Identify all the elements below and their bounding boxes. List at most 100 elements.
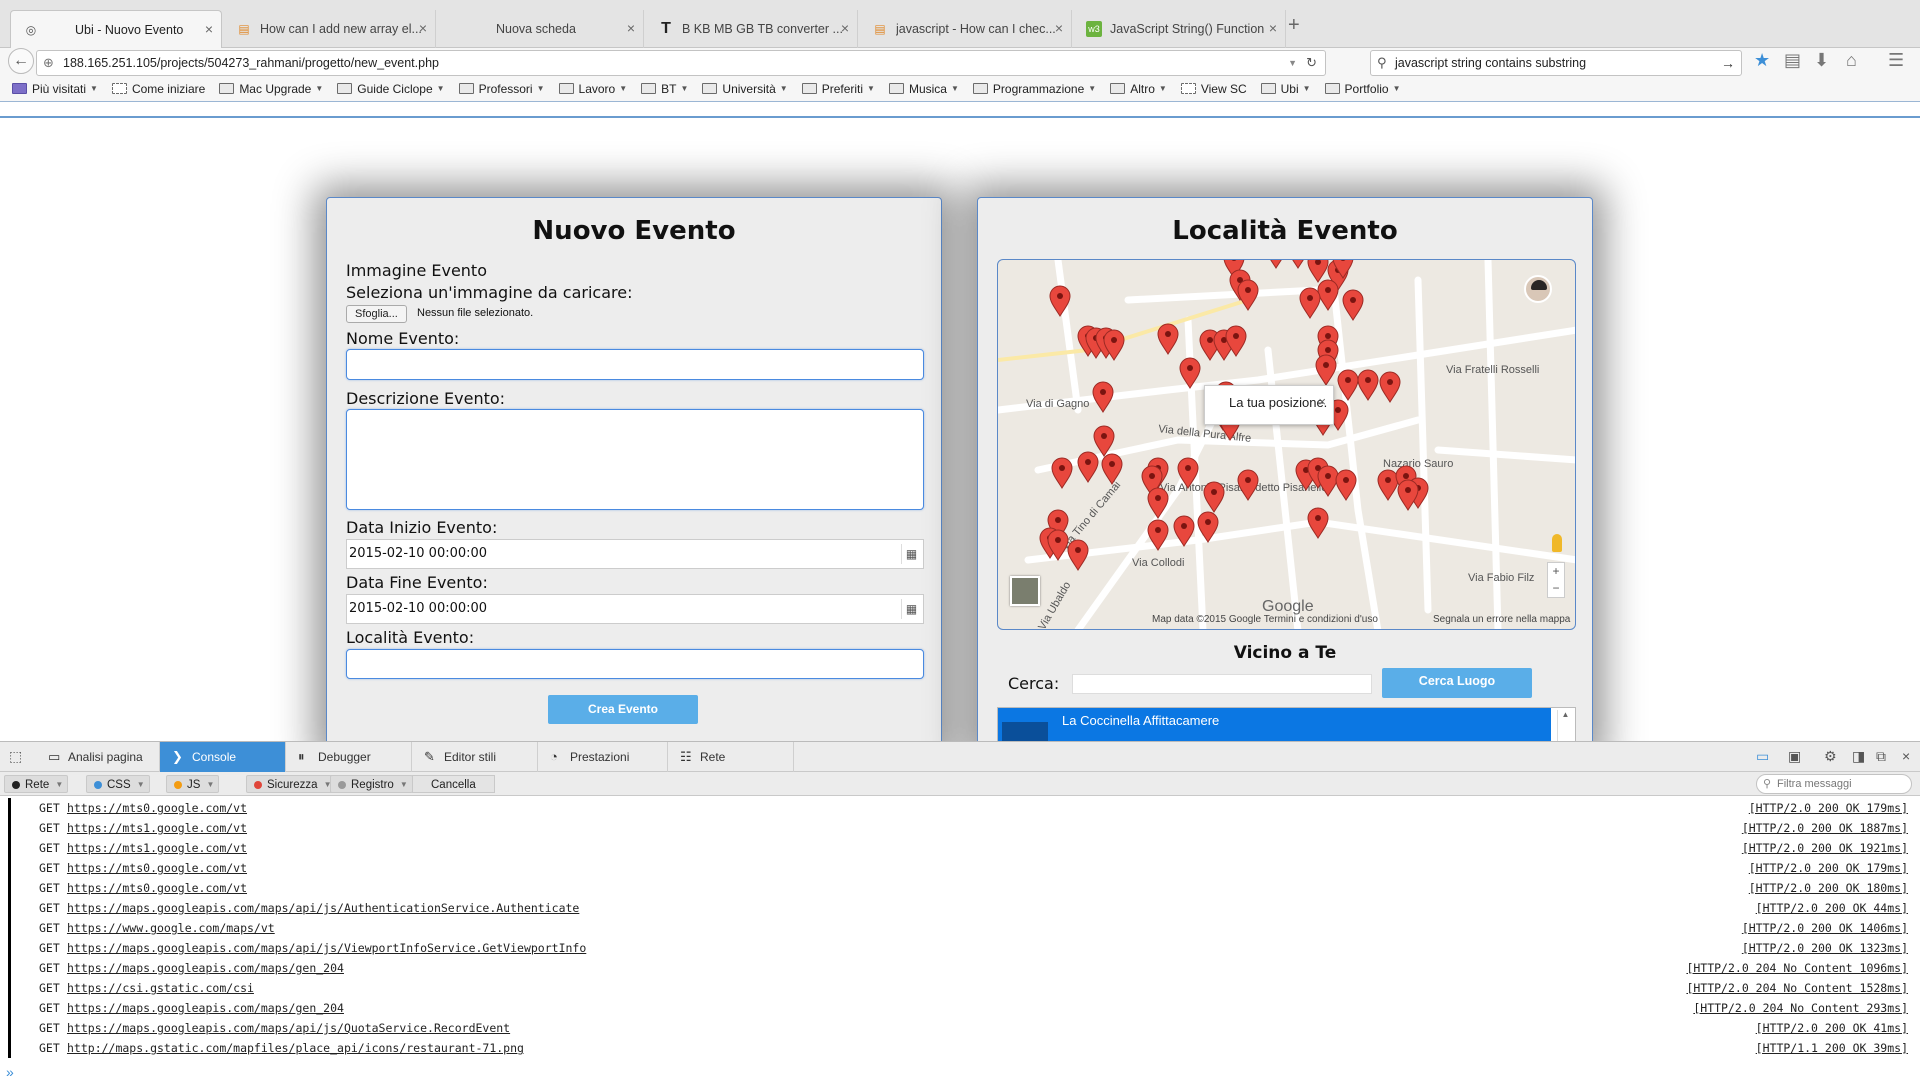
- console-prompt-icon[interactable]: »: [6, 1064, 14, 1080]
- tab-stackoverflow-check[interactable]: ▤ javascript - How can I chec... ×: [860, 10, 1072, 48]
- calendar-icon[interactable]: ▦: [901, 544, 921, 564]
- google-map[interactable]: Via di Gagno Via della Pura Alfre Via Ti…: [997, 259, 1576, 630]
- log-status[interactable]: [HTTP/2.0 200 OK 1323ms]: [1742, 938, 1908, 958]
- map-marker-icon[interactable]: [1307, 507, 1329, 539]
- map-marker-icon[interactable]: [1379, 371, 1401, 403]
- map-report-link[interactable]: Segnala un errore nella mappa: [1433, 614, 1570, 625]
- log-status[interactable]: [HTTP/1.1 200 OK 39ms]: [1756, 1038, 1908, 1058]
- satellite-toggle[interactable]: [1010, 576, 1040, 606]
- bookmark-preferiti[interactable]: Preferiti ▼: [801, 82, 875, 96]
- zoom-in-icon[interactable]: +: [1548, 563, 1564, 580]
- map-marker-icon[interactable]: [1317, 279, 1339, 311]
- search-bar[interactable]: ⚲ javascript string contains substring →: [1370, 50, 1742, 76]
- filter-rete[interactable]: Rete ▼: [4, 775, 69, 793]
- map-marker-icon[interactable]: [1315, 354, 1337, 386]
- map-marker-icon[interactable]: [1049, 285, 1071, 317]
- event-name-input[interactable]: [346, 349, 924, 380]
- map-marker-icon[interactable]: [1203, 481, 1225, 513]
- map-marker-icon[interactable]: [1179, 357, 1201, 389]
- zoom-control[interactable]: + −: [1547, 562, 1565, 598]
- map-marker-icon[interactable]: [1317, 465, 1339, 497]
- pegman-icon[interactable]: [1552, 534, 1562, 552]
- log-url[interactable]: https://maps.googleapis.com/maps/gen_204: [67, 958, 344, 978]
- map-marker-icon[interactable]: [1177, 457, 1199, 489]
- search-place-button[interactable]: Cerca Luogo: [1382, 668, 1532, 698]
- clear-button[interactable]: Cancella: [412, 775, 495, 793]
- close-icon[interactable]: ×: [1055, 21, 1063, 35]
- address-bar[interactable]: ⊕ 188.165.251.105/projects/504273_rahman…: [36, 50, 1326, 76]
- close-icon[interactable]: ×: [627, 21, 635, 35]
- tab-byte-converter[interactable]: T B KB MB GB TB converter ... ×: [646, 10, 858, 48]
- log-status[interactable]: [HTTP/2.0 200 OK 180ms]: [1749, 878, 1908, 898]
- log-url[interactable]: https://maps.googleapis.com/maps/api/js/…: [67, 938, 586, 958]
- bookmark-programmazione[interactable]: Programmazione ▼: [972, 82, 1096, 96]
- zoom-out-icon[interactable]: −: [1548, 580, 1564, 597]
- responsive-icon[interactable]: ▣: [1788, 748, 1801, 765]
- tab-editor-stili[interactable]: ✎ Editor stili: [412, 742, 538, 772]
- map-marker-icon[interactable]: [1237, 279, 1259, 311]
- event-location-input[interactable]: [346, 649, 924, 679]
- log-url[interactable]: https://mts0.google.com/vt: [67, 878, 247, 898]
- map-marker-icon[interactable]: [1197, 511, 1219, 543]
- map-marker-icon[interactable]: [1335, 469, 1357, 501]
- gear-icon[interactable]: ⚙: [1824, 748, 1837, 765]
- map-marker-icon[interactable]: [1397, 479, 1419, 511]
- tab-rete[interactable]: ☷ Rete: [668, 742, 794, 772]
- map-marker-icon[interactable]: [1337, 369, 1359, 401]
- bookmark-universita[interactable]: Università ▼: [702, 82, 788, 96]
- browse-button[interactable]: Sfoglia...: [346, 305, 407, 323]
- map-marker-icon[interactable]: [1077, 451, 1099, 483]
- log-status[interactable]: [HTTP/2.0 200 OK 44ms]: [1756, 898, 1908, 918]
- map-marker-icon[interactable]: [1288, 260, 1308, 269]
- bookmark-professori[interactable]: Professori ▼: [458, 82, 545, 96]
- event-description-textarea[interactable]: [346, 409, 924, 510]
- map-marker-icon[interactable]: [1342, 289, 1364, 321]
- bookmark-mac-upgrade[interactable]: Mac Upgrade ▼: [219, 82, 323, 96]
- bookmark-bt[interactable]: BT ▼: [641, 82, 688, 96]
- end-date-input[interactable]: 2015-02-10 00:00:00 ▦: [346, 594, 924, 624]
- filter-registro[interactable]: Registro ▼: [330, 775, 413, 793]
- menu-icon[interactable]: ☰: [1888, 50, 1904, 70]
- log-url[interactable]: https://www.google.com/maps/vt: [67, 918, 275, 938]
- bookmark-altro[interactable]: Altro ▼: [1110, 82, 1167, 96]
- close-icon[interactable]: ×: [1269, 21, 1277, 35]
- log-url[interactable]: https://mts0.google.com/vt: [67, 798, 247, 818]
- close-icon[interactable]: ×: [841, 21, 849, 35]
- map-marker-icon[interactable]: [1173, 515, 1195, 547]
- place-search-input[interactable]: [1072, 674, 1372, 694]
- arrow-right-icon[interactable]: →: [1721, 51, 1735, 75]
- filter-js[interactable]: JS ▼: [166, 775, 220, 793]
- tab-w3-string[interactable]: w3 JavaScript String() Function ×: [1074, 10, 1286, 48]
- map-marker-icon[interactable]: [1157, 323, 1179, 355]
- log-url[interactable]: https://mts1.google.com/vt: [67, 818, 247, 838]
- filter-css[interactable]: CSS ▼: [86, 775, 150, 793]
- log-status[interactable]: [HTTP/2.0 200 OK 1406ms]: [1742, 918, 1908, 938]
- tab-ubi-nuovo-evento[interactable]: ◎ Ubi - Nuovo Evento ×: [10, 10, 222, 48]
- map-marker-icon[interactable]: [1237, 469, 1259, 501]
- home-icon[interactable]: ⌂: [1846, 50, 1857, 70]
- bookmark-view-sc[interactable]: View SC: [1180, 82, 1247, 96]
- log-url[interactable]: https://csi.gstatic.com/csi: [67, 978, 254, 998]
- star-icon[interactable]: ★: [1754, 50, 1770, 70]
- log-url[interactable]: https://maps.googleapis.com/maps/gen_204: [67, 998, 344, 1018]
- download-icon[interactable]: ⬇: [1814, 50, 1829, 70]
- bookmark-musica[interactable]: Musica ▼: [888, 82, 959, 96]
- reload-icon[interactable]: ↻: [1306, 51, 1317, 75]
- close-icon[interactable]: ×: [205, 22, 213, 36]
- map-marker-icon[interactable]: [1067, 539, 1089, 571]
- tab-prestazioni[interactable]: ◔ Prestazioni: [538, 742, 668, 772]
- split-console-icon[interactable]: ▭: [1756, 748, 1769, 765]
- map-marker-icon[interactable]: [1147, 487, 1169, 519]
- map-marker-icon[interactable]: [1051, 457, 1073, 489]
- bookmark-ubi[interactable]: Ubi ▼: [1260, 82, 1311, 96]
- log-url[interactable]: https://mts0.google.com/vt: [67, 858, 247, 878]
- filter-sicurezza[interactable]: Sicurezza ▼: [246, 775, 337, 793]
- log-status[interactable]: [HTTP/2.0 200 OK 179ms]: [1749, 858, 1908, 878]
- log-url[interactable]: http://maps.gstatic.com/mapfiles/place_a…: [67, 1038, 524, 1058]
- back-button[interactable]: ←: [8, 48, 34, 74]
- bookmark-piu-visitati[interactable]: Più visitati ▼: [12, 82, 98, 96]
- map-marker-icon[interactable]: [1266, 260, 1286, 269]
- log-url[interactable]: https://mts1.google.com/vt: [67, 838, 247, 858]
- log-status[interactable]: [HTTP/2.0 200 OK 1921ms]: [1742, 838, 1908, 858]
- start-date-input[interactable]: 2015-02-10 00:00:00 ▦: [346, 539, 924, 569]
